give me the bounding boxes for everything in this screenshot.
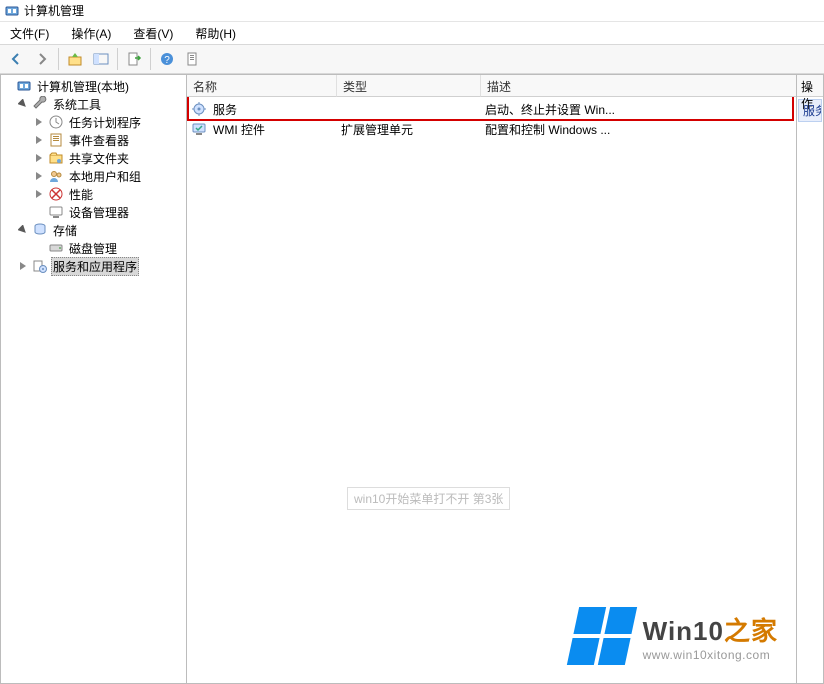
- expand-icon[interactable]: [17, 260, 29, 272]
- menu-help[interactable]: 帮助(H): [189, 23, 242, 44]
- computer-mgmt-icon: [16, 78, 32, 94]
- expand-icon[interactable]: [33, 116, 45, 128]
- title-bar: 计算机管理: [0, 0, 824, 22]
- watermark-label: win10开始菜单打不开 第3张: [347, 487, 510, 510]
- forward-button[interactable]: [30, 47, 54, 71]
- tree-node-local-users[interactable]: 本地用户和组: [33, 167, 186, 185]
- collapse-icon[interactable]: [17, 224, 29, 236]
- expand-icon[interactable]: [33, 134, 45, 146]
- services-apps-icon: [32, 258, 48, 274]
- users-icon: [48, 168, 64, 184]
- menu-bar: 文件(F) 操作(A) 查看(V) 帮助(H): [0, 22, 824, 44]
- list-row-services[interactable]: 服务 启动、终止并设置 Win...: [187, 99, 796, 119]
- tree-node-task-scheduler[interactable]: 任务计划程序: [33, 113, 186, 131]
- toolbar: ?: [0, 44, 824, 74]
- branding: Win10之家 www.win10xitong.com: [573, 607, 778, 665]
- performance-icon: [48, 186, 64, 202]
- window-title: 计算机管理: [24, 2, 84, 19]
- cell-desc: 配置和控制 Windows ...: [479, 121, 796, 138]
- up-button[interactable]: [63, 47, 87, 71]
- tree-node-performance[interactable]: 性能: [33, 185, 186, 203]
- tree-root: 计算机管理(本地) 系统工具: [1, 77, 186, 275]
- toolbar-separator-2: [117, 48, 118, 70]
- storage-icon: [32, 222, 48, 238]
- action-pane-header: 操作: [797, 75, 823, 97]
- menu-file[interactable]: 文件(F): [4, 23, 55, 44]
- collapse-icon[interactable]: [17, 98, 29, 110]
- tree-label: 系统工具: [51, 95, 103, 114]
- tree-node-system-tools[interactable]: 系统工具: [17, 95, 186, 113]
- disk-icon: [48, 240, 64, 256]
- tree-node-device-manager[interactable]: 设备管理器: [33, 203, 186, 221]
- shared-folder-icon: [48, 150, 64, 166]
- action-pane: 操作 服务: [797, 75, 823, 683]
- column-header-type[interactable]: 类型: [337, 75, 481, 97]
- menu-action[interactable]: 操作(A): [65, 23, 117, 44]
- content-area: 计算机管理(本地) 系统工具: [0, 74, 824, 684]
- branding-url: www.win10xitong.com: [643, 648, 778, 662]
- cell-desc: 启动、终止并设置 Win...: [479, 101, 796, 118]
- cell-name: 服务: [207, 101, 335, 118]
- menu-view[interactable]: 查看(V): [127, 23, 179, 44]
- column-header-name[interactable]: 名称: [187, 75, 337, 97]
- properties-button[interactable]: [181, 47, 205, 71]
- event-viewer-icon: [48, 132, 64, 148]
- expand-icon[interactable]: [33, 188, 45, 200]
- svg-text:?: ?: [164, 55, 170, 66]
- tree-node-root[interactable]: 计算机管理(本地): [1, 77, 186, 95]
- device-manager-icon: [48, 204, 64, 220]
- tree-node-event-viewer[interactable]: 事件查看器: [33, 131, 186, 149]
- help-button[interactable]: ?: [155, 47, 179, 71]
- list-body[interactable]: 服务 启动、终止并设置 Win... WMI 控件 扩展管理单元 配置和控制 W…: [187, 97, 796, 683]
- tree-node-services-apps[interactable]: 服务和应用程序: [17, 257, 186, 275]
- tree-label-root: 计算机管理(本地): [35, 77, 131, 96]
- wrench-icon: [32, 96, 48, 112]
- tree-node-disk-mgmt[interactable]: 磁盘管理: [33, 239, 186, 257]
- column-header-desc[interactable]: 描述: [481, 75, 796, 97]
- branding-title: Win10之家: [643, 611, 778, 648]
- expand-icon[interactable]: [33, 152, 45, 164]
- tree-node-shared-folders[interactable]: 共享文件夹: [33, 149, 186, 167]
- list-pane: 名称 类型 描述 服务 启动、终止并设置 Win... WMI 控件 扩展管理单…: [187, 75, 797, 683]
- export-button[interactable]: [122, 47, 146, 71]
- expand-icon[interactable]: [33, 170, 45, 182]
- list-row-wmi[interactable]: WMI 控件 扩展管理单元 配置和控制 Windows ...: [187, 119, 796, 139]
- cell-type: 扩展管理单元: [335, 121, 479, 138]
- toolbar-separator: [58, 48, 59, 70]
- app-icon: [4, 3, 20, 19]
- show-hide-tree-button[interactable]: [89, 47, 113, 71]
- tree-label-selected: 服务和应用程序: [51, 257, 139, 276]
- back-button[interactable]: [4, 47, 28, 71]
- toolbar-separator-3: [150, 48, 151, 70]
- cell-name: WMI 控件: [207, 121, 335, 138]
- windows-logo-icon: [566, 607, 636, 665]
- tree-node-storage[interactable]: 存储: [17, 221, 186, 239]
- services-gear-icon: [191, 101, 207, 117]
- wmi-control-icon: [191, 121, 207, 137]
- tree-pane[interactable]: 计算机管理(本地) 系统工具: [1, 75, 187, 683]
- clock-icon: [48, 114, 64, 130]
- list-header: 名称 类型 描述: [187, 75, 796, 97]
